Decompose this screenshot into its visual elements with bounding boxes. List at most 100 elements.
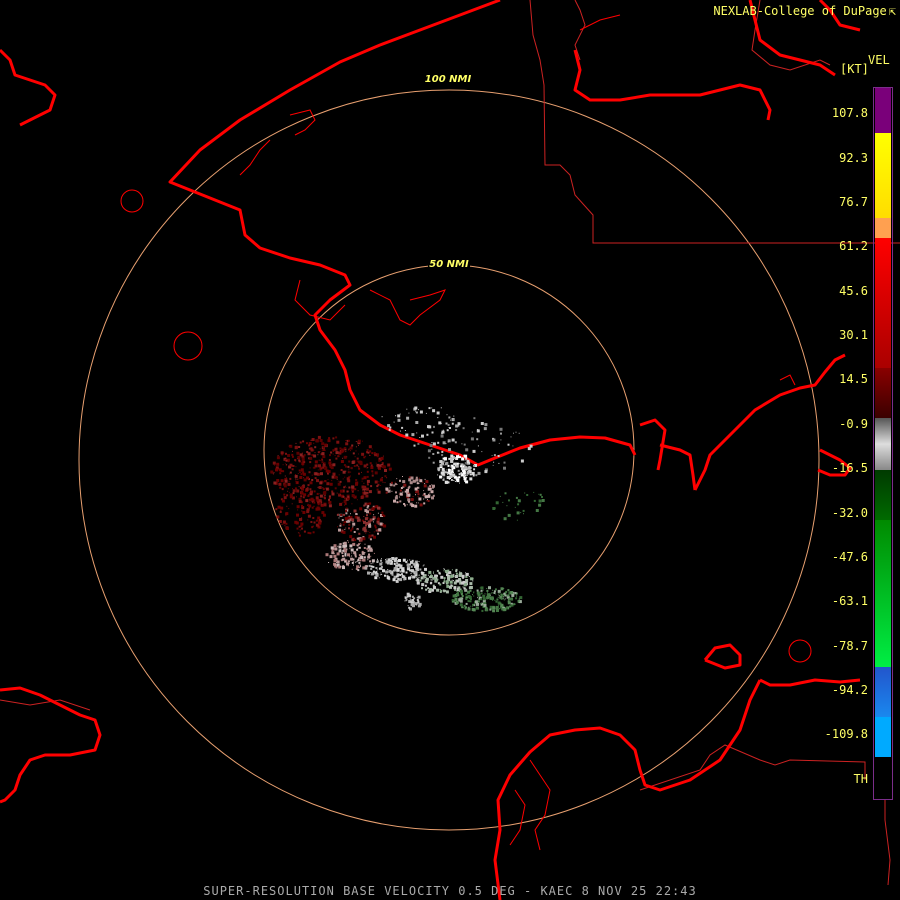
echo-pixel [398,496,400,498]
echo-pixel [404,600,406,602]
echo-pixel [328,498,330,501]
echo-pixel [492,592,494,594]
echo-pixel [381,514,384,516]
echo-pixel [367,451,370,454]
echo-pixel [366,479,370,483]
echo-pixel [317,451,320,454]
echo-pixel [345,451,347,453]
echo-pixel [453,580,454,582]
echo-pixel [314,452,316,454]
echo-pixel [354,555,357,558]
echo-pixel [375,462,377,464]
echo-pixel [476,589,479,592]
echo-pixel [465,602,468,605]
echo-pixel [455,424,459,428]
echo-pixel [418,574,420,576]
colorbar-tick-label: -78.7 [831,639,868,653]
echo-pixel [452,594,456,598]
echo-pixel [419,568,422,571]
echo-pixel [347,540,349,542]
echo-pixel [409,599,412,602]
echo-pixel [328,488,330,490]
echo-pixel [470,466,472,468]
echo-pixel [428,456,431,459]
echo-pixel [279,472,282,475]
echo-pixel [392,578,396,582]
echo-pixel [473,468,476,471]
echo-pixel [351,490,354,493]
echo-pixel [296,458,298,460]
echo-pixel [471,578,473,580]
echo-pixel [443,477,445,479]
echo-pixel [429,485,432,488]
echo-pixel [408,563,411,566]
echo-pixel [416,576,418,578]
echo-pixel [477,471,481,475]
echo-pixel [419,410,423,414]
echo-pixel [391,557,395,560]
echo-pixel [347,495,350,498]
echo-pixel [433,586,436,590]
echo-pixel [482,594,486,598]
echo-pixel [386,477,388,479]
echo-pixel [342,531,345,534]
echo-pixel [350,466,353,469]
echo-pixel [507,589,510,592]
echo-pixel [297,473,299,474]
echo-pixel [443,580,446,583]
echo-pixel [425,588,428,591]
radar-map[interactable]: 100 NMI 50 NMI [0,0,900,900]
echo-pixel [376,560,379,563]
echo-pixel [456,579,460,583]
echo-pixel [309,501,311,503]
echo-pixel [381,462,384,465]
echo-pixel [275,468,278,472]
echo-pixel [470,598,472,601]
echo-pixel [344,504,346,506]
echo-pixel [340,489,343,493]
echo-pixel [337,545,339,547]
echo-pixel [361,554,363,556]
echo-pixel [310,490,313,494]
echo-pixel [429,487,432,490]
echo-pixel [468,576,470,577]
echo-pixel [362,537,366,541]
echo-pixel [305,487,309,491]
echo-pixel [314,472,318,476]
echo-pixel [369,454,371,456]
echo-pixel [436,588,440,592]
echo-pixel [480,603,482,604]
echo-pixel [289,471,292,474]
echo-pixel [355,553,357,555]
echo-pixel [283,484,287,488]
echo-pixel [312,517,315,519]
echo-pixel [431,578,433,580]
echo-pixel [331,475,335,479]
echo-pixel [354,488,357,491]
echo-pixel [403,578,406,581]
echo-pixel [321,450,323,452]
echo-pixel [391,490,393,492]
echo-pixel [439,589,441,590]
echo-pixel [387,491,389,493]
echo-pixel [436,451,439,454]
echo-pixel [463,443,466,446]
echo-pixel [352,526,354,528]
echo-pixel [486,595,490,599]
echo-pixel [317,469,319,471]
echo-pixel [332,463,336,467]
echo-pixel [445,461,449,465]
echo-pixel [351,552,353,554]
echo-pixel [396,568,400,572]
credit-label[interactable]: NEXLAB-College of DuPage ⇱ [713,4,896,18]
echo-pixel [367,555,371,559]
echo-pixel [334,475,338,479]
echo-pixel [467,607,471,611]
echo-pixel [470,605,472,607]
echo-pixel [446,572,447,574]
echo-pixel [451,579,453,581]
echo-pixel [458,473,461,476]
echo-pixel [280,506,284,510]
echo-pixel [513,603,516,606]
credit-link-icon[interactable]: ⇱ [889,4,896,18]
